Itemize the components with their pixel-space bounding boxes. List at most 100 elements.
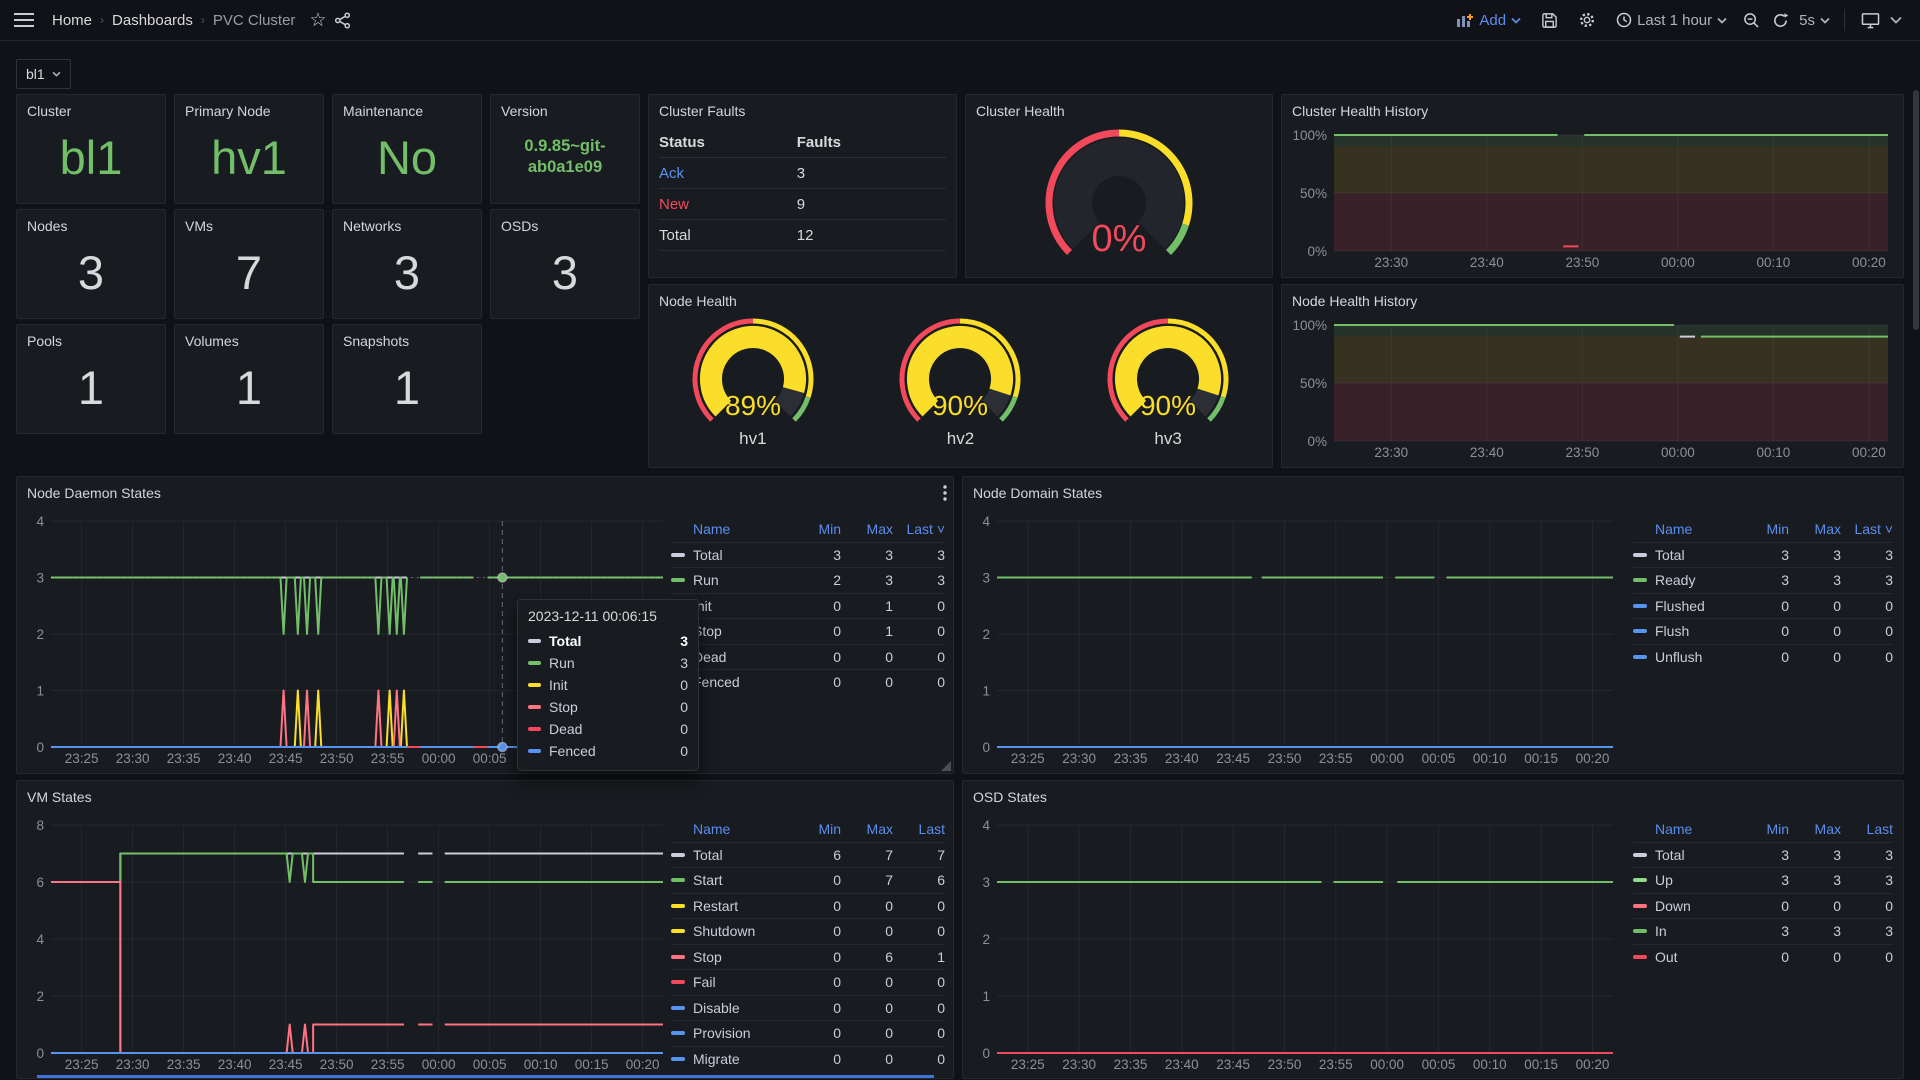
panel-title[interactable]: VM States [17, 781, 953, 805]
panel-title[interactable]: Cluster Health [966, 95, 1272, 119]
y-axis-tick: 0 [36, 740, 44, 755]
legend-row[interactable]: Fail000 [671, 969, 945, 995]
legend-row[interactable]: Flush000 [1633, 618, 1893, 644]
panel-menu-kebab-icon[interactable] [943, 485, 947, 506]
legend-row[interactable]: Run233 [671, 567, 945, 593]
legend-row[interactable]: Start076 [671, 867, 945, 893]
time-range-picker[interactable]: Last 1 hour [1616, 12, 1727, 29]
panel-cluster-health-history: Cluster Health History 0%50%100%23:3023:… [1281, 94, 1904, 278]
y-axis-tick: 4 [982, 514, 990, 529]
panel-title[interactable]: Node Daemon States [17, 477, 953, 501]
legend-row[interactable]: Total333 [671, 542, 945, 568]
legend-row[interactable]: Out000 [1633, 944, 1893, 970]
series-swatch [671, 553, 685, 557]
panel-title[interactable]: Node Domain States [963, 477, 1903, 501]
legend-row[interactable]: Down000 [1633, 893, 1893, 919]
legend-row[interactable]: Stop061 [671, 944, 945, 970]
legend-row[interactable]: Ready333 [1633, 567, 1893, 593]
legend-row[interactable]: Init010 [671, 593, 945, 619]
stat-value: 7 [175, 226, 323, 318]
legend-row[interactable]: Provision000 [671, 1020, 945, 1046]
node-health-gauge: 89%hv1 [653, 311, 853, 449]
stat-value: 3 [491, 226, 639, 318]
series-swatch [1633, 604, 1647, 608]
star-icon[interactable]: ☆ [309, 9, 326, 32]
panel-title[interactable]: OSD States [963, 781, 1903, 805]
panel-title[interactable]: Node Health History [1282, 285, 1903, 309]
nav-more-chevron[interactable] [1890, 16, 1902, 24]
legend-header[interactable]: NameMinMaxLast ˅ [1633, 517, 1893, 542]
x-axis-tick: 23:55 [371, 1057, 405, 1072]
legend-row[interactable]: In333 [1633, 918, 1893, 944]
legend-header[interactable]: NameMinMaxLast ˅ [671, 517, 945, 542]
add-button[interactable]: Add [1456, 12, 1521, 29]
legend-row[interactable]: Up333 [1633, 867, 1893, 893]
tooltip-row: Fenced0 [528, 740, 688, 762]
legend-row[interactable]: Total677 [671, 842, 945, 868]
series-swatch [528, 705, 541, 709]
stat-value: 1 [175, 341, 323, 433]
breadcrumb-home[interactable]: Home [52, 12, 92, 29]
kiosk-mode-button[interactable] [1861, 12, 1880, 29]
breadcrumb-dashboards[interactable]: Dashboards [112, 12, 193, 29]
y-axis-tick: 0 [982, 1046, 990, 1061]
panel-volumes: Volumes 1 [174, 324, 324, 434]
legend-row[interactable]: Dead000 [671, 644, 945, 670]
legend-row[interactable]: Total333 [1633, 842, 1893, 868]
faults-table-header[interactable]: StatusFaults [659, 127, 946, 158]
x-axis-tick: 00:10 [1756, 255, 1790, 270]
series-swatch [1633, 655, 1647, 659]
panel-title[interactable]: Cluster Faults [649, 95, 956, 119]
variable-dropdown-cluster[interactable]: bl1 [16, 59, 71, 89]
y-axis-tick: 0 [36, 1046, 44, 1061]
threshold-band [1334, 193, 1888, 251]
legend-row[interactable]: Flushed000 [1633, 593, 1893, 619]
panel-title[interactable]: Node Health [649, 285, 1272, 309]
zoom-out-time-button[interactable] [1743, 12, 1760, 29]
faults-table-row[interactable]: Ack3 [659, 158, 946, 189]
dashboard-settings-button[interactable] [1578, 11, 1596, 29]
clock-icon [1616, 12, 1632, 28]
legend-row[interactable]: Fenced000 [671, 669, 945, 695]
threshold-band [1334, 135, 1888, 147]
y-axis-tick: 1 [982, 989, 990, 1004]
save-dashboard-button[interactable] [1541, 12, 1558, 29]
horizontal-scrollbar[interactable] [37, 1075, 934, 1078]
add-panel-icon [1456, 13, 1474, 28]
vm-states-chart[interactable]: 0246823:2523:3023:3523:4023:4523:5023:55… [23, 817, 671, 1075]
faults-table-row[interactable]: New9 [659, 189, 946, 220]
y-axis-tick: 0% [1307, 434, 1327, 449]
faults-table-row[interactable]: Total12 [659, 220, 946, 251]
x-axis-tick: 00:15 [575, 1057, 609, 1072]
panel-title[interactable]: Cluster Health History [1282, 95, 1903, 119]
y-axis-tick: 2 [982, 932, 990, 947]
fault-count: 9 [797, 196, 946, 213]
cluster-health-gauge: 0% [966, 125, 1272, 267]
hover-point-marker [498, 573, 507, 582]
legend-row[interactable]: Shutdown000 [671, 918, 945, 944]
node-name-label: hv1 [739, 429, 766, 449]
refresh-button[interactable] [1772, 12, 1789, 29]
legend-row[interactable]: Stop010 [671, 618, 945, 644]
menu-icon[interactable] [14, 12, 34, 28]
node-health-history-chart[interactable]: 0%50%100%23:3023:4023:5000:0000:1000:20 [1286, 317, 1896, 463]
legend-row[interactable]: Restart000 [671, 893, 945, 919]
refresh-interval-picker[interactable]: 5s [1799, 12, 1830, 29]
legend-header[interactable]: NameMinMaxLast [1633, 817, 1893, 842]
osd-states-chart[interactable]: 0123423:2523:3023:3523:4023:4523:5023:55… [969, 817, 1621, 1075]
legend-row[interactable]: Migrate000 [671, 1046, 945, 1072]
legend-row[interactable]: Unflush000 [1633, 644, 1893, 670]
chart-tooltip: 2023-12-11 00:06:15 Total3Run3Init0Stop0… [517, 599, 699, 771]
cluster-health-history-chart[interactable]: 0%50%100%23:3023:4023:5000:0000:1000:20 [1286, 127, 1896, 273]
panel-resize-handle[interactable] [941, 761, 951, 771]
node-gauge-canvas: 89% [653, 311, 853, 433]
gauge-value-text: 89% [725, 390, 781, 421]
x-axis-tick: 23:40 [1165, 751, 1199, 766]
legend-row[interactable]: Total333 [1633, 542, 1893, 568]
tooltip-row: Dead0 [528, 718, 688, 740]
legend-row[interactable]: Disable000 [671, 995, 945, 1021]
legend-header[interactable]: NameMinMaxLast [671, 817, 945, 842]
vertical-scrollbar[interactable] [1913, 90, 1919, 330]
node-domain-states-chart[interactable]: 0123423:2523:3023:3523:4023:4523:5023:55… [969, 513, 1621, 769]
share-icon[interactable] [334, 12, 351, 29]
